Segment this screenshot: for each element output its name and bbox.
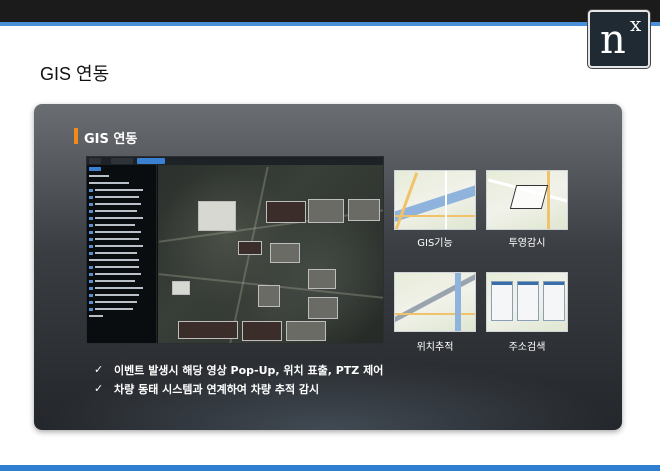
thumbnail-label-tracking: 위치추적 [416,342,454,353]
page-title: GIS 연동 [40,64,110,84]
vms-screenshot [86,156,384,344]
bullet-text: 이벤트 발생시 해당 영상 Pop-Up, 위치 표출, PTZ 제어 [114,363,384,377]
screenshot-tab [89,158,101,164]
map-road [229,166,269,343]
thumbnail-label-gis: GIS기능 [417,238,453,249]
video-popup [308,199,344,223]
check-icon: ✓ [94,363,104,376]
projection-monitoring-thumbnail [486,170,568,230]
screenshot-tab [111,158,133,164]
address-search-thumbnail [486,272,568,332]
video-popup [198,201,236,231]
section-accent-bar [74,128,78,144]
thumbnail-label-projection: 투영감시 [508,238,546,249]
satellite-map-view [158,165,383,343]
bullet-item: ✓ 차량 동태 시스템과 연계하여 차량 추적 감시 [94,379,383,398]
screenshot-tab-strip [87,157,383,165]
video-popup [308,297,338,319]
thumbnail-label-address: 주소검색 [508,342,546,353]
video-popup [286,321,326,341]
bullet-item: ✓ 이벤트 발생시 해당 영상 Pop-Up, 위치 표출, PTZ 제어 [94,360,383,379]
content-panel: GIS 연동 GIS기능 투영감시 위치추적 주소검색 ✓ 이벤트 발생시 해당… [34,104,622,430]
polygon-icon [509,185,549,209]
video-popup [242,321,282,341]
feature-bullet-list: ✓ 이벤트 발생시 해당 영상 Pop-Up, 위치 표출, PTZ 제어 ✓ … [94,360,383,398]
video-popup [172,281,190,295]
video-popup [178,321,238,339]
video-popup [270,243,300,263]
bullet-text: 차량 동태 시스템과 연계하여 차량 추적 감시 [114,382,320,396]
logo-letter-x: x [630,12,642,36]
screenshot-tab-active [137,158,165,164]
check-icon: ✓ [94,382,104,395]
nx-logo: n x [588,10,650,68]
location-tracking-thumbnail [394,272,476,332]
top-accent-line [0,22,660,26]
video-popup [308,269,336,289]
camera-tree [87,165,157,343]
gis-function-thumbnail [394,170,476,230]
video-popup [258,285,280,307]
video-popup [266,201,306,223]
bottom-accent-line [0,465,660,471]
section-title: GIS 연동 [84,132,138,147]
logo-letter-n: n [600,17,626,63]
top-bar [0,0,660,22]
video-popup [238,241,262,255]
video-popup [348,199,380,221]
